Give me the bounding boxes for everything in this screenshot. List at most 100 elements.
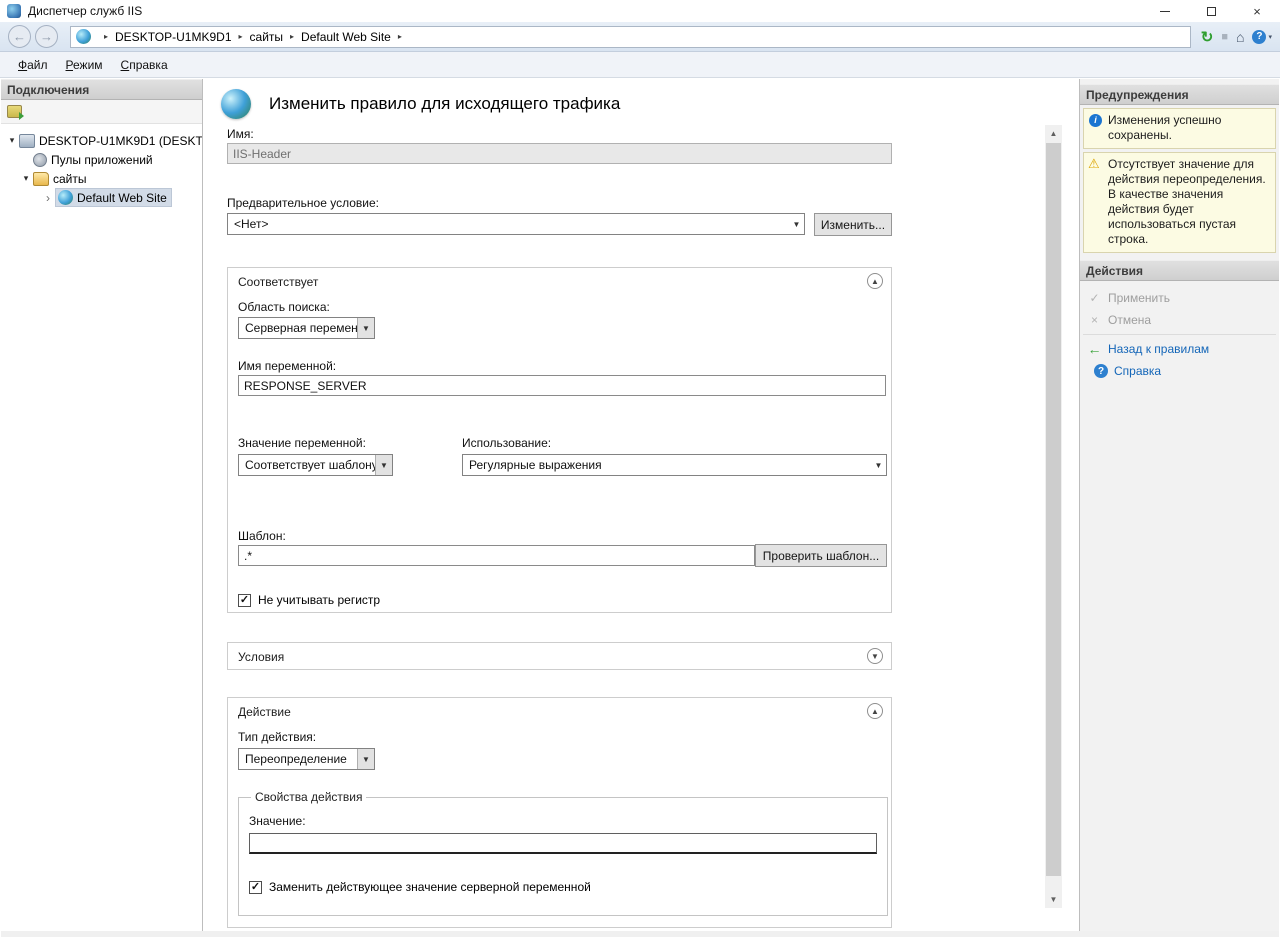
chevron-collapsed-icon[interactable]: › [41,191,55,205]
ignore-case-checkbox[interactable]: ✓ [238,594,251,607]
tree-item-default-web-site[interactable]: › Default Web Site [1,188,202,207]
chevron-down-icon: ▼ [375,455,392,475]
actions-list: ✓ Применить × Отмена ← Назад к правилам … [1080,281,1279,382]
forward-button[interactable]: → [35,25,58,48]
warning-alert: ⚠ Отсутствует значение для действия пере… [1083,152,1276,253]
window-bottom-frame [1,931,1279,937]
sites-folder-icon [33,172,49,186]
cancel-icon: × [1087,313,1102,327]
breadcrumb-separator-icon: ▸ [104,32,108,41]
checkmark-icon: ✓ [240,595,249,606]
close-icon: × [1253,5,1261,18]
variable-value-value: Соответствует шаблону [239,458,375,472]
scope-label: Область поиска: [238,300,330,314]
connections-header: Подключения [1,79,202,100]
action-type-label: Тип действия: [238,730,316,744]
breadcrumb-item-default-web-site[interactable]: Default Web Site [301,30,391,44]
edit-precondition-button[interactable]: Изменить... [814,213,892,236]
expand-section-button[interactable]: ▼ [867,648,883,664]
scrollbar-thumb[interactable] [1046,143,1061,876]
chevron-expanded-icon[interactable]: ▾ [5,135,19,146]
breadcrumb-item-server[interactable]: DESKTOP-U1MK9D1 [115,30,231,44]
warning-icon: ⚠ [1088,156,1100,171]
breadcrumb-separator-icon: ▸ [398,32,402,41]
server-icon [19,134,35,148]
name-input [227,143,892,164]
minimize-icon [1160,11,1170,12]
help-menu-button[interactable]: ? ▾ [1252,28,1272,46]
window-title: Диспетчер служб IIS [28,4,142,18]
back-button[interactable]: ← [8,25,31,48]
help-icon: ? [1252,30,1266,44]
scroll-down-button[interactable]: ▼ [1045,891,1062,908]
test-pattern-button[interactable]: Проверить шаблон... [755,544,887,567]
action-section: Действие ▲ Тип действия: Переопределение… [227,697,892,928]
value-label: Значение: [249,814,877,828]
replace-checkbox[interactable]: ✓ [249,881,262,894]
collapse-section-button[interactable]: ▲ [867,703,883,719]
ignore-case-row: ✓ Не учитывать регистр [238,593,380,607]
using-select[interactable]: Регулярные выражения ▼ [462,454,887,476]
back-to-rules-label[interactable]: Назад к правилам [1108,342,1209,356]
precondition-select[interactable]: <Нет> ▼ [227,213,805,235]
chevron-down-icon: ▼ [357,749,374,769]
home-icon[interactable]: ⌂ [1236,28,1244,46]
stop-icon: ■ [1221,28,1228,46]
action-type-select[interactable]: Переопределение ▼ [238,748,375,770]
match-section: Соответствует ▲ Область поиска: Серверна… [227,267,892,613]
breadcrumb[interactable]: ▸ DESKTOP-U1MK9D1 ▸ сайты ▸ Default Web … [70,26,1191,48]
tree-item-label: сайты [53,172,87,186]
actions-header: Действия [1080,260,1279,281]
collapse-section-button[interactable]: ▲ [867,273,883,289]
variable-value-label: Значение переменной: [238,436,366,450]
chevron-up-icon: ▲ [871,707,879,716]
actions-panel: Предупреждения i Изменения успешно сохра… [1079,79,1279,931]
warning-alert-text: Отсутствует значение для действия переоп… [1108,157,1266,246]
checkmark-icon: ✓ [251,882,260,893]
back-arrow-icon: ← [1087,341,1102,357]
replace-label: Заменить действующее значение серверной … [269,880,591,894]
cancel-label: Отмена [1108,313,1151,327]
close-button[interactable]: × [1234,0,1280,22]
tree-item-sites[interactable]: ▾ сайты [1,169,202,188]
menu-file[interactable]: Файл [9,54,57,76]
cancel-action: × Отмена [1080,309,1279,331]
minimize-button[interactable] [1142,0,1188,22]
breadcrumb-item-sites[interactable]: сайты [250,30,284,44]
menu-help[interactable]: Справка [112,54,177,76]
page-title: Изменить правило для исходящего трафика [269,94,620,114]
maximize-button[interactable] [1188,0,1234,22]
back-to-rules-action[interactable]: ← Назад к правилам [1080,338,1279,360]
page-header: Изменить правило для исходящего трафика [221,89,620,119]
scope-select[interactable]: Серверная переменн ▼ [238,317,375,339]
match-section-title: Соответствует [238,275,318,289]
name-label: Имя: [227,127,254,141]
tree-item-label: Пулы приложений [51,153,153,167]
chevron-down-icon: ▼ [789,220,804,229]
tree-item-label: DESKTOP-U1MK9D1 (DESKTOI [39,134,202,148]
variable-value-select[interactable]: Соответствует шаблону ▼ [238,454,393,476]
actions-separator [1083,334,1276,335]
variable-name-input[interactable] [238,375,886,396]
main-content: Изменить правило для исходящего трафика … [204,79,1079,931]
chevron-up-icon: ▲ [871,277,879,286]
apply-label: Применить [1108,291,1170,305]
menu-bar: Файл Режим Справка [0,52,1280,78]
app-pools-icon [33,153,47,167]
value-input[interactable] [249,833,877,854]
info-alert: i Изменения успешно сохранены. [1083,108,1276,149]
menu-view[interactable]: Режим [57,54,112,76]
vertical-scrollbar[interactable]: ▲ ▼ [1045,125,1062,908]
create-connection-icon[interactable] [7,105,22,118]
help-label[interactable]: Справка [1114,364,1161,378]
refresh-icon[interactable]: ↻ [1201,28,1214,46]
info-icon: i [1089,114,1102,127]
pattern-input[interactable] [238,545,755,566]
titlebar: Диспетчер служб IIS × [0,0,1280,22]
help-action[interactable]: ? Справка [1080,360,1279,382]
selected-tree-item[interactable]: Default Web Site [55,188,172,207]
chevron-expanded-icon[interactable]: ▾ [19,173,33,184]
scroll-up-button[interactable]: ▲ [1045,125,1062,142]
tree-item-server[interactable]: ▾ DESKTOP-U1MK9D1 (DESKTOI [1,131,202,150]
tree-item-app-pools[interactable]: Пулы приложений [1,150,202,169]
